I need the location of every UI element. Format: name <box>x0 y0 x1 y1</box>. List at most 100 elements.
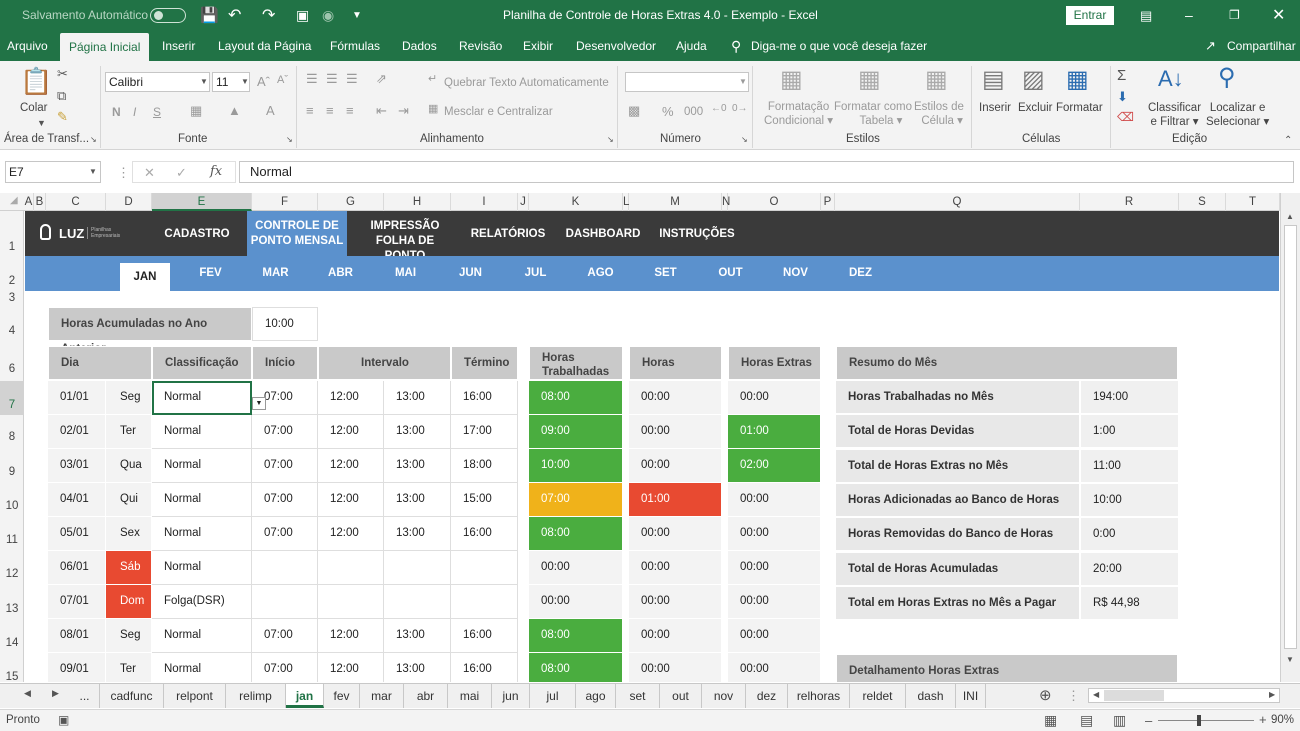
sign-in-button[interactable]: Entrar <box>1066 6 1114 25</box>
orientation-icon[interactable]: ⇗ <box>376 72 387 85</box>
merge-icon[interactable]: ▦ <box>428 104 438 115</box>
row-header[interactable]: 14 <box>0 637 24 649</box>
cell-date[interactable]: 06/01 <box>48 551 106 585</box>
validation-dropdown-icon[interactable]: ▼ <box>252 397 266 410</box>
cell-interval-start[interactable]: 12:00 <box>318 381 384 415</box>
tab-insert[interactable]: Inserir <box>162 31 195 61</box>
tab-developer[interactable]: Desenvolvedor <box>576 31 656 61</box>
row-header[interactable]: 1 <box>0 241 24 253</box>
row-header[interactable]: 4 <box>0 325 24 337</box>
tell-me-search[interactable]: Diga-me o que você deseja fazer <box>751 31 927 61</box>
cell-extra[interactable]: 00:00 <box>728 517 821 551</box>
cell-start[interactable]: 07:00 <box>252 415 318 449</box>
cell-date[interactable]: 02/01 <box>48 415 106 449</box>
cell-date[interactable]: 01/01 <box>48 381 106 415</box>
cell-end[interactable]: 16:00 <box>451 653 518 682</box>
month-tab[interactable]: MAR <box>248 256 303 291</box>
format-as-table-button[interactable]: Formatar como Tabela ▾ <box>834 100 912 129</box>
month-tab[interactable]: DEZ <box>833 256 888 291</box>
font-color-icon[interactable]: A <box>266 104 275 117</box>
customize-qat-icon[interactable]: ▼ <box>352 0 362 31</box>
summary-value[interactable]: 194:00 <box>1081 381 1178 415</box>
italic-button[interactable]: I <box>133 105 136 120</box>
underline-button[interactable]: S <box>153 105 161 120</box>
fill-color-icon[interactable]: ▲ <box>228 104 241 117</box>
cell-interval-end[interactable] <box>384 585 451 619</box>
month-tab[interactable]: NOV <box>768 256 823 291</box>
cell-interval-end[interactable]: 13:00 <box>384 517 451 551</box>
cell-owed[interactable]: 00:00 <box>629 619 722 653</box>
tab-review[interactable]: Revisão <box>459 31 502 61</box>
redo-icon[interactable]: ↷ <box>262 0 275 31</box>
cell-classification[interactable]: Normal <box>152 653 252 682</box>
prev-year-value[interactable]: 10:00 <box>252 307 318 341</box>
zoom-in-icon[interactable]: + <box>1259 713 1267 726</box>
sheet-tab-fev[interactable]: fev <box>324 684 360 708</box>
cell-extra[interactable]: 00:00 <box>728 585 821 619</box>
zoom-slider[interactable] <box>1158 720 1254 721</box>
sort-filter-icon[interactable]: A↓ <box>1158 68 1184 90</box>
conditional-format-icon[interactable]: ▦ <box>780 68 803 92</box>
cell-owed[interactable]: 00:00 <box>629 551 722 585</box>
sheet-tab-nov[interactable]: nov <box>702 684 746 708</box>
row-header[interactable]: 15 <box>0 671 24 683</box>
align-right-icon[interactable]: ≡ <box>346 104 354 117</box>
cell-end[interactable]: 15:00 <box>451 483 518 517</box>
cell-end[interactable]: 16:00 <box>451 517 518 551</box>
clipboard-launcher-icon[interactable]: ↘ <box>90 136 97 144</box>
nav-impressao[interactable]: IMPRESSÃO FOLHA DE PONTO <box>355 211 455 262</box>
column-header[interactable]: B <box>34 193 46 211</box>
cell-interval-start[interactable] <box>318 551 384 585</box>
sheet-tab-mar[interactable]: mar <box>360 684 404 708</box>
sheet-tab-INI[interactable]: INI <box>956 684 986 708</box>
month-tab[interactable]: AGO <box>573 256 628 291</box>
sheet-tab-jan[interactable]: jan <box>286 684 324 708</box>
row-header[interactable]: 7 <box>0 381 24 415</box>
tab-formulas[interactable]: Fórmulas <box>330 31 380 61</box>
cell-worked[interactable]: 09:00 <box>529 415 623 449</box>
name-box-dropdown-icon[interactable]: ▼ <box>89 168 97 176</box>
cell-interval-end[interactable]: 13:00 <box>384 415 451 449</box>
cell-worked[interactable]: 10:00 <box>529 449 623 483</box>
cell-classification[interactable]: Normal <box>152 449 252 483</box>
cell-styles-button[interactable]: Estilos de Célula ▾ <box>914 100 964 129</box>
number-launcher-icon[interactable]: ↘ <box>741 136 748 144</box>
row-header[interactable]: 12 <box>0 568 24 580</box>
cell-start[interactable]: 07:00 <box>252 619 318 653</box>
cancel-icon[interactable]: ✕ <box>144 166 155 179</box>
cell-end[interactable]: 16:00 <box>451 619 518 653</box>
cell-extra[interactable]: 00:00 <box>728 551 821 585</box>
cell-extra[interactable]: 00:00 <box>728 653 821 682</box>
add-sheet-icon[interactable]: ⊕ <box>1039 688 1052 703</box>
number-format-select[interactable] <box>625 72 749 92</box>
sheet-tab-cadfunc[interactable]: cadfunc <box>100 684 164 708</box>
nav-dashboard[interactable]: DASHBOARD <box>560 227 646 242</box>
cell-end[interactable] <box>451 551 518 585</box>
cell-date[interactable]: 08/01 <box>48 619 106 653</box>
cell-start[interactable] <box>252 551 318 585</box>
conditional-format-button[interactable]: Formatação Condicional ▾ <box>764 100 833 129</box>
sheet-tab-jul[interactable]: jul <box>530 684 576 708</box>
sheet-tab-ago[interactable]: ago <box>576 684 616 708</box>
format-cells-button[interactable]: Formatar <box>1056 101 1103 115</box>
cell-owed[interactable]: 01:00 <box>629 483 722 517</box>
font-name-select[interactable]: Calibri <box>105 72 210 92</box>
cell-end[interactable]: 17:00 <box>451 415 518 449</box>
cell-weekday[interactable]: Qua <box>106 449 152 483</box>
nav-instrucoes[interactable]: INSTRUÇÕES <box>653 227 741 242</box>
cell-interval-end[interactable]: 13:00 <box>384 381 451 415</box>
share-button[interactable]: Compartilhar <box>1227 31 1296 61</box>
cell-weekday[interactable]: Dom <box>106 585 152 619</box>
month-tab[interactable]: FEV <box>183 256 238 291</box>
clear-icon[interactable]: ⌫ <box>1117 111 1134 123</box>
sheet-tab-more[interactable]: ... <box>70 684 100 708</box>
macro-record-icon[interactable]: ▣ <box>58 714 69 726</box>
column-header[interactable]: J <box>518 193 529 211</box>
cell-interval-start[interactable]: 12:00 <box>318 449 384 483</box>
cell-date[interactable]: 04/01 <box>48 483 106 517</box>
cell-extra[interactable]: 00:00 <box>728 381 821 415</box>
cell-interval-end[interactable]: 13:00 <box>384 653 451 682</box>
camera-icon[interactable]: ◉ <box>322 0 334 31</box>
cell-interval-end[interactable] <box>384 551 451 585</box>
cell-worked[interactable]: 00:00 <box>529 585 623 619</box>
